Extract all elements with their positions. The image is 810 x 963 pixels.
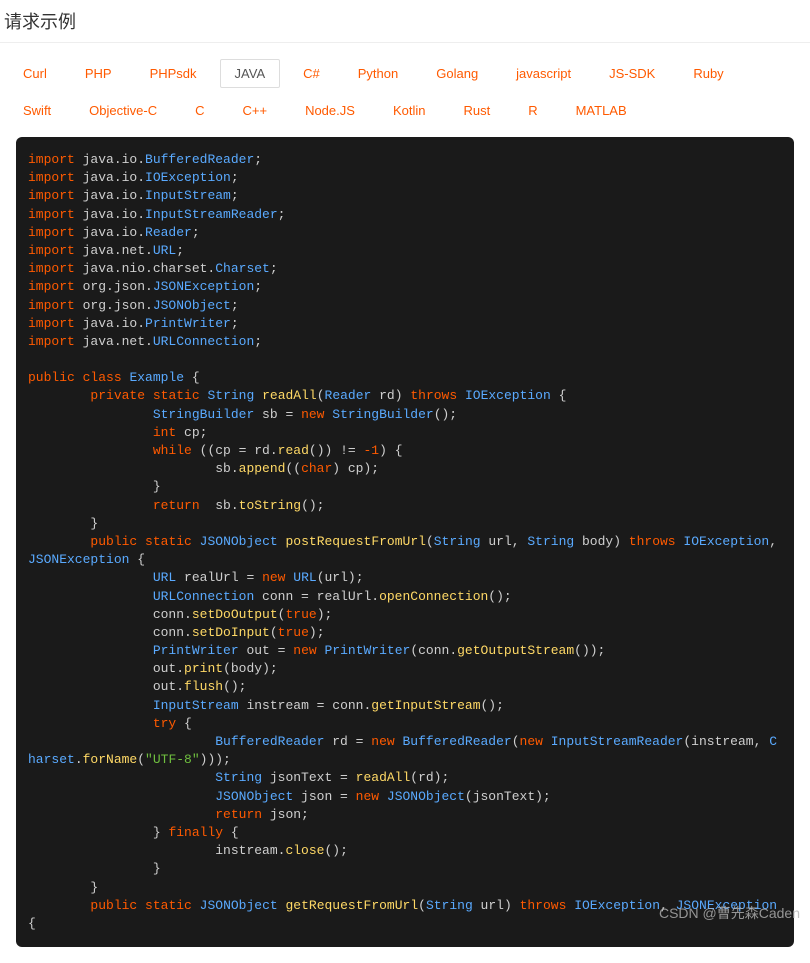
- tab-kotlin[interactable]: Kotlin: [378, 96, 441, 125]
- tab-python[interactable]: Python: [343, 59, 413, 88]
- tab-golang[interactable]: Golang: [421, 59, 493, 88]
- language-tabs: Curl PHP PHPsdk JAVAC# Python Golang javascrip…: [0, 55, 810, 137]
- tab-rust[interactable]: Rust: [448, 96, 505, 125]
- tab-c-[interactable]: C++: [227, 96, 282, 125]
- tab-c-[interactable]: C#: [288, 59, 335, 88]
- tab-js-sdk[interactable]: JS-SDK: [594, 59, 670, 88]
- tab-javascript[interactable]: javascript: [501, 59, 586, 88]
- tab-ruby[interactable]: Ruby: [678, 59, 738, 88]
- code-block: import java.io.BufferedReader; import ja…: [16, 137, 794, 947]
- tab-c[interactable]: C: [180, 96, 219, 125]
- tab-matlab[interactable]: MATLAB: [561, 96, 642, 125]
- tab-java[interactable]: JAVA: [220, 59, 281, 88]
- tab-php[interactable]: PHP: [70, 59, 127, 88]
- tab-curl[interactable]: Curl: [8, 59, 62, 88]
- tab-r[interactable]: R: [513, 96, 552, 125]
- tab-node-js[interactable]: Node.JS: [290, 96, 370, 125]
- tab-swift[interactable]: Swift: [8, 96, 66, 125]
- section-title: 请求示例: [0, 0, 810, 43]
- tab-phpsdk[interactable]: PHPsdk: [135, 59, 212, 88]
- tab-objective-c[interactable]: Objective-C: [74, 96, 172, 125]
